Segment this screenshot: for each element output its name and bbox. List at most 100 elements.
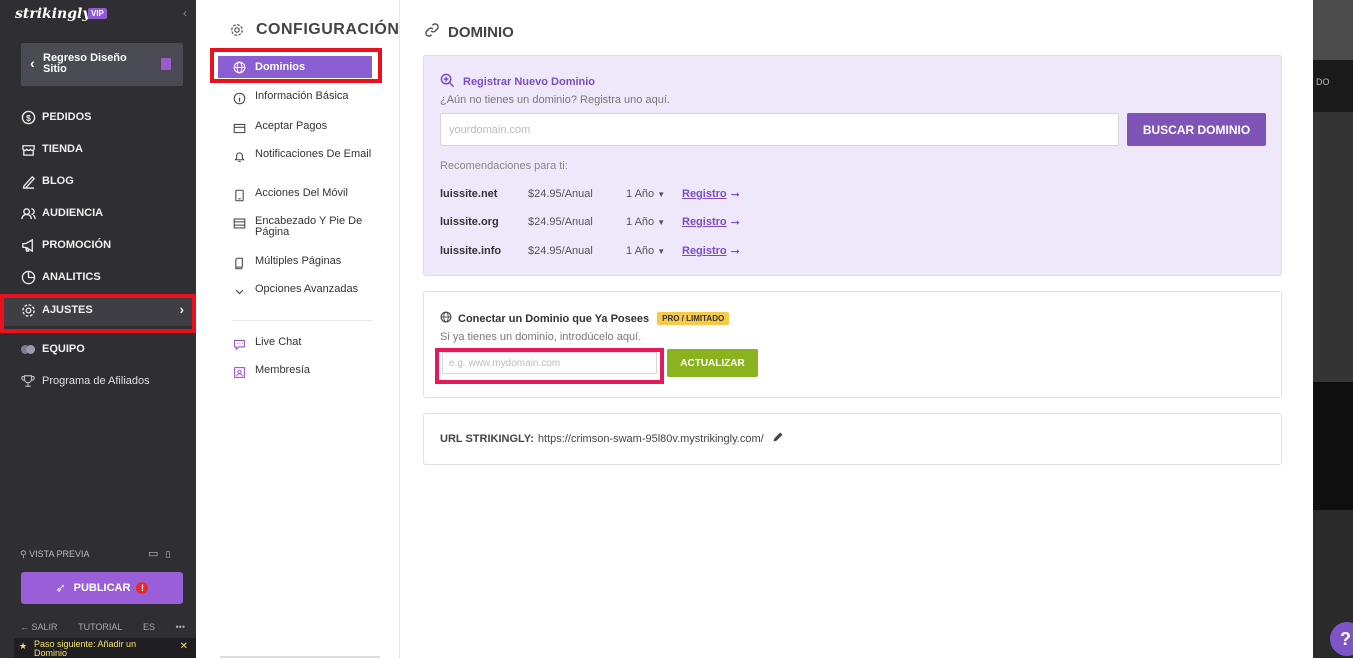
update-button[interactable]: ACTUALIZAR — [667, 349, 758, 377]
pages-icon — [232, 256, 246, 270]
globe-icon — [440, 311, 452, 326]
settings-divider — [232, 320, 372, 321]
register-domain-card: Registrar Nuevo Dominio ¿Aún no tienes u… — [423, 55, 1282, 276]
store-icon — [20, 141, 36, 157]
settings-item-notificaciones[interactable]: Notificaciones De Email — [218, 149, 372, 163]
arrow-right-icon: ➞ — [730, 245, 740, 258]
more-menu-icon[interactable]: ••• — [176, 622, 185, 632]
register-link[interactable]: Registro — [682, 216, 727, 228]
rec-years-select[interactable]: 1 Año ▼ — [626, 188, 682, 200]
caret-down-icon: ▼ — [657, 190, 666, 199]
nav-equipo[interactable]: EQUIPO — [0, 333, 196, 365]
arrow-left-icon: ← — [20, 622, 29, 632]
recommendation-row: luissite.org $24.95/Anual 1 Año ▼ Regist… — [440, 215, 740, 229]
nav-afiliados[interactable]: Programa de Afiliados — [0, 365, 196, 397]
pen-icon — [20, 173, 36, 189]
vip-badge: VIP — [88, 8, 107, 19]
settings-item-label: Múltiples Páginas — [255, 255, 342, 267]
desktop-icon[interactable]: ▭ — [148, 548, 158, 560]
rec-price: $24.95/Anual — [528, 188, 593, 200]
trophy-icon — [20, 373, 36, 389]
settings-item-encabezado[interactable]: Encabezado Y Pie De Página — [218, 216, 372, 238]
pencil-icon[interactable] — [772, 431, 784, 446]
settings-item-multiples-paginas[interactable]: Múltiples Páginas — [218, 256, 372, 270]
next-step-hint[interactable]: ★ Paso siguiente: Añadir un Dominio ✕ — [14, 638, 196, 658]
nav-label: EQUIPO — [42, 343, 85, 355]
chevron-left-icon: ‹ — [30, 55, 35, 71]
zoom-plus-icon — [440, 73, 455, 91]
nav-label: AUDIENCIA — [42, 207, 104, 219]
main-sidebar: strikingly VIP ‹ ‹ Regreso Diseño Sitio … — [0, 0, 196, 658]
rec-domain: luissite.net — [440, 188, 498, 200]
nav-pedidos[interactable]: $ PEDIDOS — [0, 101, 196, 133]
info-icon — [232, 91, 246, 105]
megaphone-icon — [20, 237, 36, 253]
link-icon — [424, 22, 440, 42]
page-title: DOMINIO — [424, 22, 514, 42]
settings-title: CONFIGURACIÓN — [231, 21, 400, 39]
url-label: URL STRIKINGLY: — [440, 432, 534, 445]
preview-nav-bar: DO — [1313, 60, 1353, 112]
strikingly-logo[interactable]: strikingly — [15, 6, 90, 22]
tutorial-link[interactable]: TUTORIAL — [78, 622, 122, 632]
domain-search-input[interactable]: yourdomain.com — [440, 113, 1119, 146]
rec-years-select[interactable]: 1 Año ▼ — [626, 216, 682, 228]
nav-promocion[interactable]: PROMOCIÓN — [0, 229, 196, 261]
page-title-text: DOMINIO — [448, 23, 514, 41]
preview-header — [1313, 0, 1353, 60]
register-link[interactable]: Registro — [682, 188, 727, 200]
caret-down-icon: ▼ — [657, 218, 666, 227]
settings-item-label: Acciones Del Móvil — [255, 187, 348, 199]
layout-icon — [232, 216, 246, 230]
close-icon[interactable]: ✕ — [180, 642, 188, 652]
strikingly-url-card: URL STRIKINGLY: https://crimson-swam-95l… — [423, 413, 1282, 465]
nav-label: BLOG — [42, 175, 74, 187]
nav-audiencia[interactable]: AUDIENCIA — [0, 197, 196, 229]
nav-label: PEDIDOS — [42, 111, 92, 123]
back-to-site-design-button[interactable]: ‹ Regreso Diseño Sitio — [21, 43, 183, 86]
settings-item-live-chat[interactable]: Live Chat — [218, 337, 372, 351]
exit-label: SALIR — [31, 622, 58, 632]
nav-tienda[interactable]: TIENDA — [0, 133, 196, 165]
collapse-sidebar-icon[interactable]: ‹ — [183, 6, 187, 20]
preview-nav-text: DO — [1316, 77, 1330, 87]
rec-years: 1 Año — [626, 245, 655, 257]
exit-link[interactable]: ← SALIR — [20, 622, 58, 632]
caret-down-icon: ▼ — [657, 247, 666, 256]
settings-title-text: CONFIGURACIÓN — [256, 21, 400, 38]
page-icon — [161, 58, 171, 70]
publish-button[interactable]: ➶ PUBLICAR ! — [21, 572, 183, 604]
card-icon — [232, 121, 246, 135]
rec-price: $24.95/Anual — [528, 245, 593, 257]
settings-item-opciones-avanzadas[interactable]: Opciones Avanzadas — [218, 284, 372, 298]
sidebar-footer: ← SALIR TUTORIAL ES ••• — [20, 622, 185, 632]
rec-years-select[interactable]: 1 Año ▼ — [626, 245, 682, 257]
mobile-icon[interactable]: ▯ — [165, 549, 170, 559]
nav-label: Programa de Afiliados — [42, 375, 150, 387]
settings-item-acciones-movil[interactable]: Acciones Del Móvil — [218, 188, 372, 202]
settings-item-aceptar-pagos[interactable]: Aceptar Pagos — [218, 121, 372, 135]
dollar-circle-icon: $ — [20, 109, 36, 125]
chevron-down-icon — [232, 284, 246, 298]
search-domain-button[interactable]: BUSCAR DOMINIO — [1127, 113, 1266, 146]
nav-label: TIENDA — [42, 143, 83, 155]
star-icon: ★ — [19, 641, 28, 651]
chat-icon — [232, 337, 246, 351]
language-link[interactable]: ES — [143, 622, 155, 632]
nav-blog[interactable]: BLOG — [0, 165, 196, 197]
settings-item-label: Live Chat — [255, 336, 302, 348]
highlight-dominios — [210, 48, 382, 83]
settings-item-membresia[interactable]: Membresía — [218, 365, 372, 379]
vista-previa-label[interactable]: ⚲ VISTA PREVIA — [20, 549, 89, 560]
member-icon — [232, 365, 246, 379]
warning-badge: ! — [136, 582, 149, 594]
register-link[interactable]: Registro — [682, 245, 727, 257]
device-toggle[interactable]: ▭ ▯ — [148, 547, 170, 560]
strikingly-url: URL STRIKINGLY: https://crimson-swam-95l… — [440, 431, 784, 446]
arrow-right-icon: ➞ — [730, 188, 740, 201]
site-preview-strip: DO ? — [1313, 0, 1353, 658]
connect-title: Conectar un Dominio que Ya Posees PRO / … — [440, 311, 730, 326]
nav-analitics[interactable]: ANALITICS — [0, 261, 196, 293]
settings-item-label: Notificaciones De Email — [255, 148, 372, 160]
settings-item-informacion-basica[interactable]: Información Básica — [218, 91, 372, 105]
